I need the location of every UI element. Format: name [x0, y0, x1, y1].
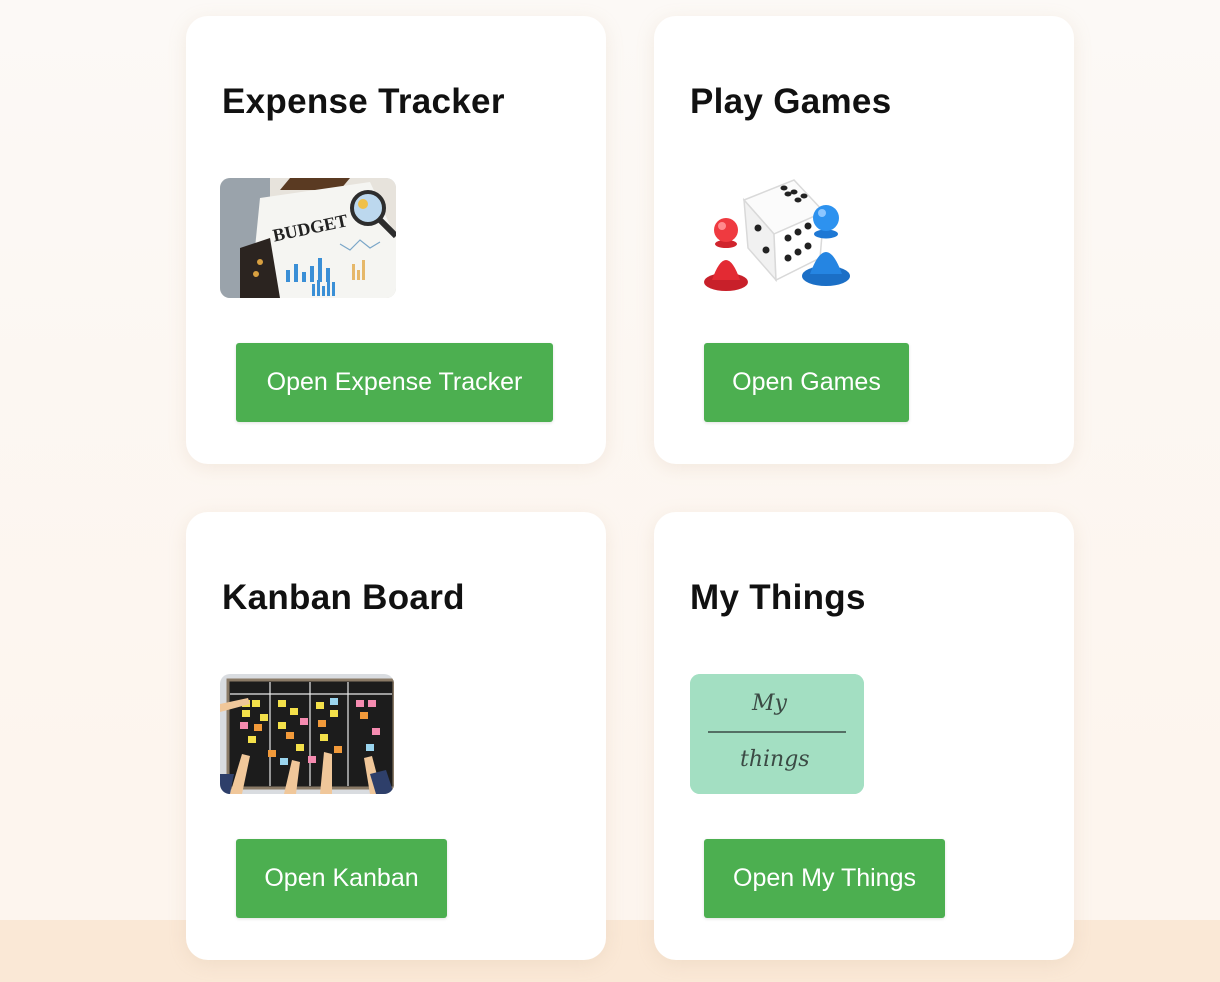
my-things-card: My Things My things Open My Things: [654, 512, 1074, 960]
kanban-board-image: [220, 674, 394, 794]
budget-report-image: BUDGET: [220, 178, 396, 298]
card-title-play-games: Play Games: [690, 82, 892, 121]
open-expense-tracker-button[interactable]: Open Expense Tracker: [236, 343, 553, 422]
open-my-things-button[interactable]: Open My Things: [704, 839, 945, 918]
my-things-image: My things: [690, 674, 864, 794]
kanban-board-card: Kanban Board Open Kanban: [186, 512, 606, 960]
card-title-expense-tracker: Expense Tracker: [222, 82, 505, 121]
open-games-button[interactable]: Open Games: [704, 343, 909, 422]
my-things-image-text-bottom: things: [740, 747, 810, 772]
my-things-image-text-top: My: [751, 691, 788, 716]
open-kanban-button[interactable]: Open Kanban: [236, 839, 447, 918]
card-title-kanban-board: Kanban Board: [222, 578, 465, 617]
card-title-my-things: My Things: [690, 578, 866, 617]
dice-and-pawns-image: [702, 178, 862, 298]
play-games-card: Play Games Open Games: [654, 16, 1074, 464]
expense-tracker-card: Expense Tracker BUDGET Open Expense Trac…: [186, 16, 606, 464]
